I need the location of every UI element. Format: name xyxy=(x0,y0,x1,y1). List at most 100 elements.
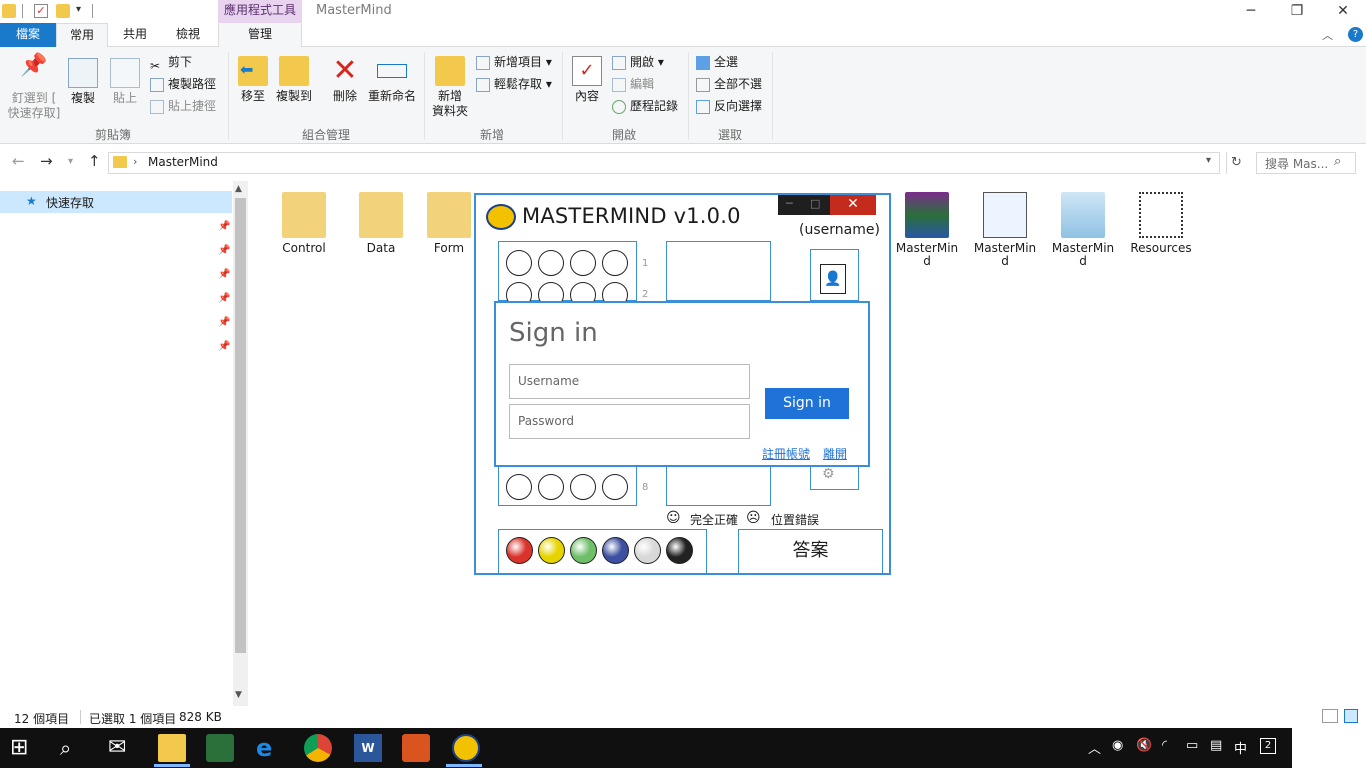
up-arrow-icon[interactable]: ↑ xyxy=(88,152,101,170)
address-bar[interactable] xyxy=(108,152,1220,174)
peg-slot[interactable] xyxy=(538,474,564,500)
scrollbar-thumb[interactable] xyxy=(235,198,246,653)
sign-in-button[interactable]: Sign in xyxy=(765,388,849,419)
network-status-icon[interactable]: ◉ xyxy=(1112,738,1123,753)
paste-shortcut-button[interactable]: 貼上捷徑 xyxy=(150,96,216,116)
peg-slot[interactable] xyxy=(506,474,532,500)
tab-home[interactable]: 常用 xyxy=(56,23,108,48)
refresh-icon[interactable]: ↻ xyxy=(1226,152,1246,174)
paste-button[interactable]: 貼上 xyxy=(108,58,142,106)
notification-icon[interactable]: ▤ xyxy=(1210,738,1222,753)
invert-selection-button[interactable]: 反向選擇 xyxy=(696,96,762,116)
file-explorer-icon[interactable] xyxy=(158,734,186,762)
breadcrumb[interactable]: MasterMind xyxy=(148,155,218,169)
properties-check-icon[interactable]: ✓ xyxy=(34,4,48,18)
scroll-up-icon[interactable]: ▲ xyxy=(235,184,242,194)
word-icon[interactable]: W xyxy=(354,734,382,762)
large-icons-view-icon[interactable] xyxy=(1344,709,1358,723)
folder-item[interactable]: Data xyxy=(346,192,416,255)
wifi-icon[interactable]: ◜ xyxy=(1162,738,1167,753)
restore-button[interactable]: ❐ xyxy=(1274,0,1320,23)
maximize-icon[interactable]: □ xyxy=(810,197,820,210)
peg-slot[interactable] xyxy=(570,250,596,276)
close-button[interactable]: ✕ xyxy=(1320,0,1366,23)
windows-start-icon[interactable]: ⊞ xyxy=(10,734,38,762)
password-field[interactable]: Password xyxy=(509,404,750,439)
open-button[interactable]: 開啟 ▾ xyxy=(612,52,664,72)
copy-button[interactable]: 複製 xyxy=(66,58,100,106)
user-profile-icon[interactable]: 👤 xyxy=(820,264,846,294)
new-folder-icon[interactable] xyxy=(56,4,70,18)
new-item-button[interactable]: 新增項目 ▾ xyxy=(476,52,552,72)
copy-to-button[interactable]: 複製到 xyxy=(274,56,314,104)
new-folder-button[interactable]: 新增 資料夾 xyxy=(430,56,470,119)
rename-button[interactable]: 重新命名 xyxy=(366,56,418,104)
color-ball-white[interactable] xyxy=(634,537,661,564)
close-button[interactable]: ✕ xyxy=(830,195,876,215)
history-button[interactable]: 歷程記錄 xyxy=(612,96,678,116)
easy-access-button[interactable]: 輕鬆存取 ▾ xyxy=(476,74,552,94)
back-arrow-icon[interactable]: ← xyxy=(12,152,25,170)
color-ball-black[interactable] xyxy=(666,537,693,564)
register-link[interactable]: 註冊帳號 xyxy=(762,445,810,462)
pin-quick-access-button[interactable]: 📌 釘選到 [ 快速存取] xyxy=(6,55,62,121)
mail-icon[interactable]: ✉ xyxy=(108,734,136,762)
cut-button[interactable]: ✂ 剪下 xyxy=(150,52,192,73)
forward-arrow-icon[interactable]: → xyxy=(40,152,53,170)
delete-button[interactable]: ✕ 刪除 xyxy=(328,56,362,104)
properties-button[interactable]: ✓ 內容 xyxy=(570,56,604,104)
mastermind-app-icon[interactable] xyxy=(452,734,480,762)
folder-item[interactable]: Resources xyxy=(1126,192,1196,255)
color-ball-red[interactable] xyxy=(506,537,533,564)
tray-badge[interactable]: 2 xyxy=(1260,738,1276,754)
color-ball-yellow[interactable] xyxy=(538,537,565,564)
recent-locations-chevron-icon[interactable]: ▾ xyxy=(68,156,73,167)
battery-icon[interactable]: ▭ xyxy=(1186,738,1198,753)
minimize-button[interactable]: ─ xyxy=(1228,0,1274,23)
address-dropdown-icon[interactable]: ▾ xyxy=(1206,155,1211,166)
peg-slot[interactable] xyxy=(602,250,628,276)
show-hidden-icons-icon[interactable]: ︿ xyxy=(1088,738,1101,757)
peg-slot[interactable] xyxy=(506,250,532,276)
sidebar-item-label: 快速存取 xyxy=(46,196,95,210)
answer-button[interactable]: 答案 xyxy=(738,529,883,574)
peg-slot[interactable] xyxy=(538,250,564,276)
gear-icon[interactable]: ⚙ xyxy=(822,466,835,482)
copy-path-button[interactable]: 複製路徑 xyxy=(150,74,216,94)
edit-button[interactable]: 編輯 xyxy=(612,74,654,94)
tab-manage[interactable]: 管理 xyxy=(218,23,302,47)
scroll-down-icon[interactable]: ▼ xyxy=(235,690,242,700)
minimize-icon[interactable]: ─ xyxy=(786,197,793,210)
folder-icon[interactable] xyxy=(2,4,16,18)
search-icon[interactable]: ⌕ xyxy=(60,734,88,762)
peg-slot[interactable] xyxy=(602,474,628,500)
file-item[interactable]: MasterMin d xyxy=(892,192,962,268)
network-app-icon[interactable] xyxy=(206,734,234,762)
tab-share[interactable]: 共用 xyxy=(110,23,160,47)
select-all-button[interactable]: 全選 xyxy=(696,52,738,72)
search-icon[interactable]: ⌕ xyxy=(1334,154,1341,169)
move-to-button[interactable]: ⬅ 移至 xyxy=(236,56,270,104)
color-ball-blue[interactable] xyxy=(602,537,629,564)
details-view-icon[interactable] xyxy=(1322,709,1338,723)
customize-toolbar-icon[interactable]: ▾ xyxy=(76,4,81,15)
folder-item[interactable]: Control xyxy=(269,192,339,255)
edge-icon[interactable]: e xyxy=(256,734,284,762)
color-ball-green[interactable] xyxy=(570,537,597,564)
volume-muted-icon[interactable]: 🔇 xyxy=(1136,738,1152,753)
help-icon[interactable]: ? xyxy=(1348,27,1363,42)
select-none-button[interactable]: 全部不選 xyxy=(696,74,762,94)
office-app-icon[interactable] xyxy=(402,734,430,762)
tab-view[interactable]: 檢視 xyxy=(162,23,214,47)
leave-link[interactable]: 離開 xyxy=(823,445,847,462)
username-field[interactable]: Username xyxy=(509,364,750,399)
file-item[interactable]: MasterMin d xyxy=(1048,192,1118,268)
file-item[interactable]: MasterMin d xyxy=(970,192,1040,268)
chevron-up-icon[interactable]: ︿ xyxy=(1322,27,1338,43)
peg-slot[interactable] xyxy=(570,474,596,500)
folder-item[interactable]: Form xyxy=(424,192,474,255)
ime-indicator[interactable]: 中 xyxy=(1234,738,1247,757)
navigation-pane xyxy=(0,181,248,706)
tab-file[interactable]: 檔案 xyxy=(0,23,56,47)
chrome-icon[interactable] xyxy=(304,734,332,762)
